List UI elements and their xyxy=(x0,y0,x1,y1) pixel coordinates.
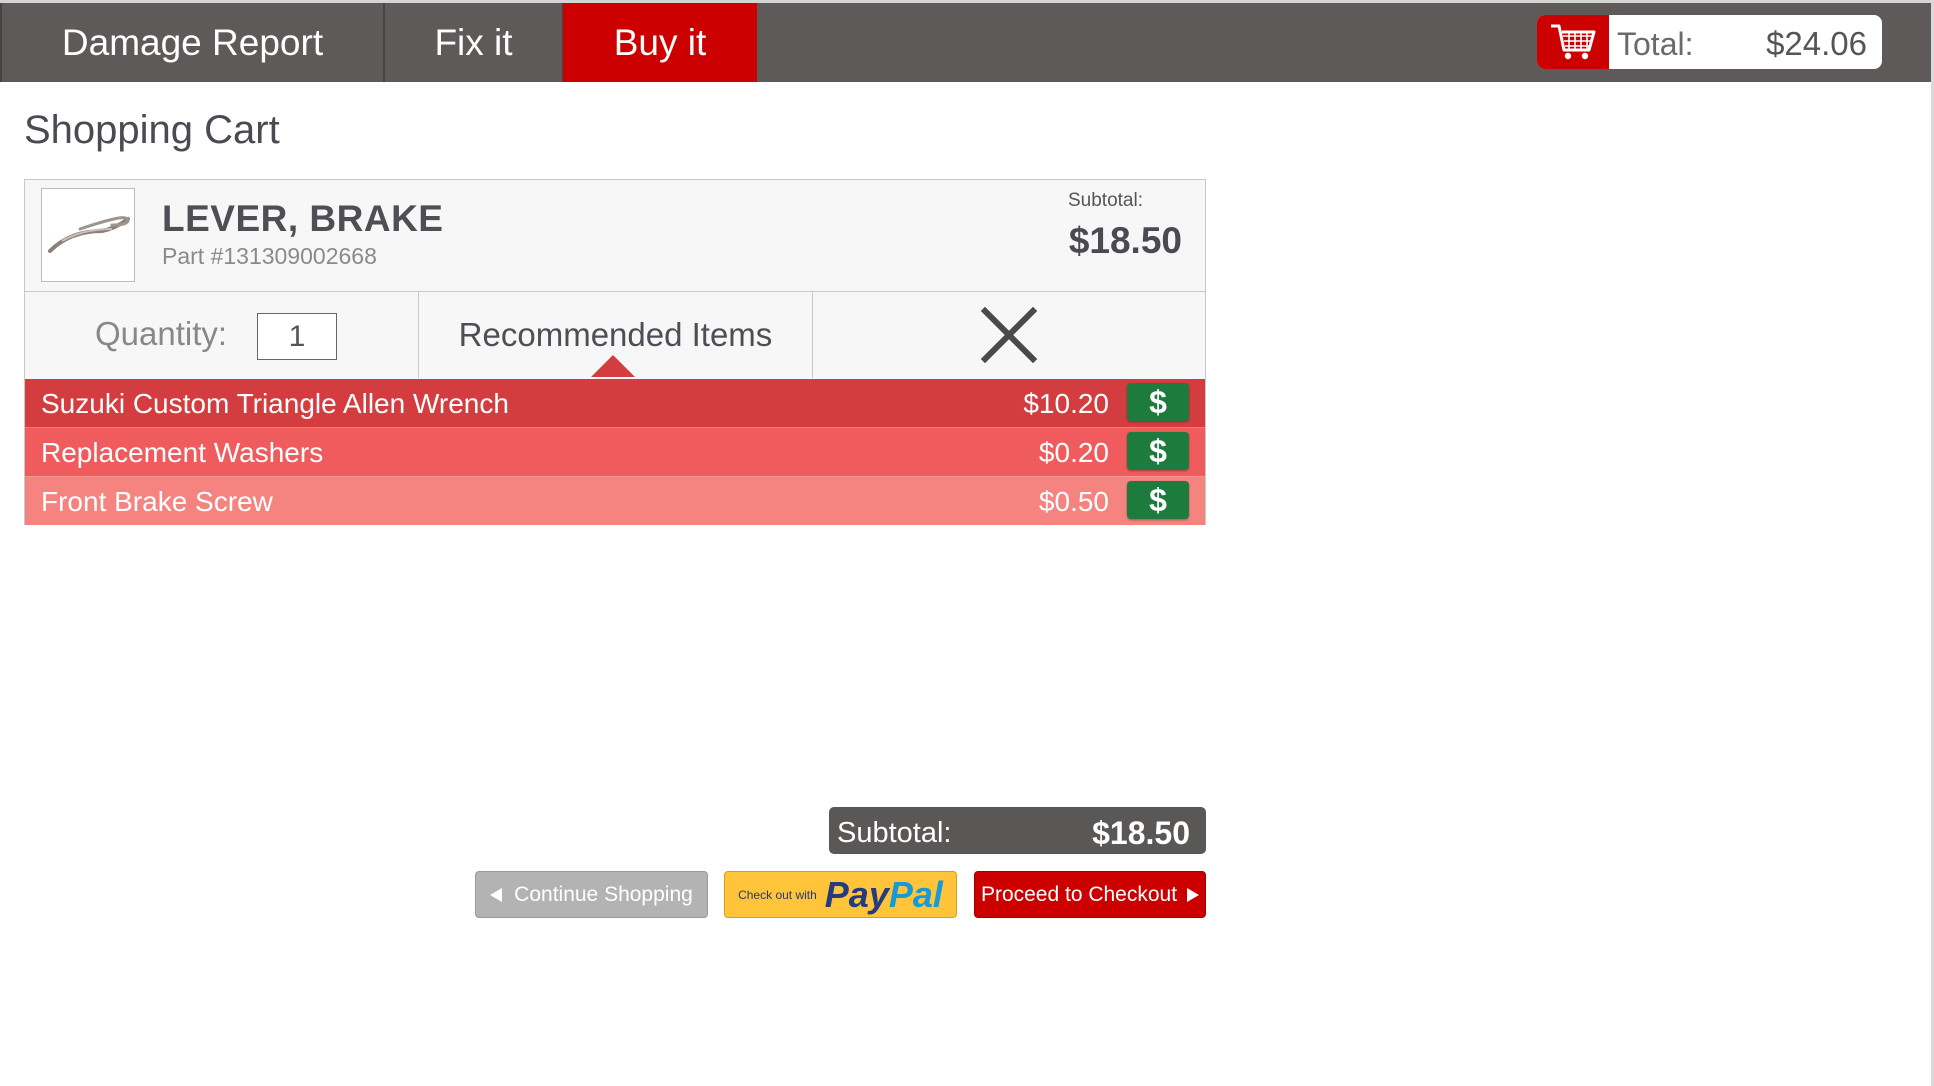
proceed-to-checkout-button[interactable]: Proceed to Checkout xyxy=(974,871,1206,918)
item-name: LEVER, BRAKE xyxy=(162,198,444,239)
item-part-number: Part #131309002668 xyxy=(162,243,377,269)
shopping-cart-icon[interactable] xyxy=(1537,15,1609,69)
paypal-logo-pal: Pal xyxy=(888,873,943,915)
arrow-right-icon xyxy=(1187,887,1200,902)
tab-damage-report[interactable]: Damage Report xyxy=(0,3,385,82)
recommended-item-price: $10.20 xyxy=(1023,388,1109,419)
recommended-item-name: Replacement Washers xyxy=(41,437,324,468)
quantity-input[interactable] xyxy=(257,313,337,360)
cart-subtotal-label: Subtotal: xyxy=(837,817,952,849)
recommended-items-label: Recommended Items xyxy=(458,315,773,353)
cart-item-header: LEVER, BRAKE Part #131309002668 Subtotal… xyxy=(25,180,1205,292)
brake-lever-image xyxy=(41,188,135,282)
close-icon xyxy=(980,306,1038,363)
page-title: Shopping Cart xyxy=(24,108,280,152)
recommended-item: Suzuki Custom Triangle Allen Wrench $10.… xyxy=(25,379,1205,428)
tab-buy-it[interactable]: Buy it xyxy=(563,3,757,82)
item-subtotal-label: Subtotal: xyxy=(1068,190,1143,211)
recommended-items-list: Suzuki Custom Triangle Allen Wrench $10.… xyxy=(25,379,1205,525)
cart-subtotal-bar: Subtotal: $18.50 xyxy=(829,807,1206,854)
cart-total[interactable]: Total: $24.06 xyxy=(1537,15,1882,69)
total-value: $24.06 xyxy=(1766,25,1867,62)
top-nav: Damage Report Fix it Buy it Total: $24.0… xyxy=(0,0,1931,82)
paypal-logo: PayPal xyxy=(825,874,943,916)
paypal-logo-pay: Pay xyxy=(824,873,889,915)
quantity-control: Quantity: xyxy=(25,291,419,378)
recommended-pointer xyxy=(591,355,635,377)
cart-item-card: LEVER, BRAKE Part #131309002668 Subtotal… xyxy=(24,179,1206,525)
checkout-label: Proceed to Checkout xyxy=(980,882,1178,906)
total-label: Total: xyxy=(1617,26,1694,62)
recommended-item-name: Suzuki Custom Triangle Allen Wrench xyxy=(41,388,509,419)
buy-dollar-button[interactable]: $ xyxy=(1127,481,1189,519)
recommended-item-price: $0.50 xyxy=(1038,486,1109,517)
buy-dollar-button[interactable]: $ xyxy=(1127,432,1189,470)
recommended-item: Replacement Washers $0.20 $ xyxy=(25,428,1205,477)
arrow-left-icon xyxy=(490,887,503,902)
recommended-item-price: $0.20 xyxy=(1038,437,1109,468)
continue-shopping-button[interactable]: Continue Shopping xyxy=(475,871,708,918)
paypal-checkout-button[interactable]: Check out with PayPal xyxy=(724,871,957,918)
paypal-prefix: Check out with xyxy=(738,887,817,902)
item-subtotal-value: $18.50 xyxy=(1068,220,1182,261)
buy-dollar-button[interactable]: $ xyxy=(1127,383,1189,421)
continue-shopping-label: Continue Shopping xyxy=(514,882,693,906)
cart-subtotal-value: $18.50 xyxy=(1092,815,1190,851)
recommended-item: Front Brake Screw $0.50 $ xyxy=(25,477,1205,525)
tab-fix-it[interactable]: Fix it xyxy=(385,3,563,82)
quantity-label: Quantity: xyxy=(95,315,228,352)
recommended-item-name: Front Brake Screw xyxy=(41,486,273,517)
remove-item-button[interactable] xyxy=(813,291,1205,378)
